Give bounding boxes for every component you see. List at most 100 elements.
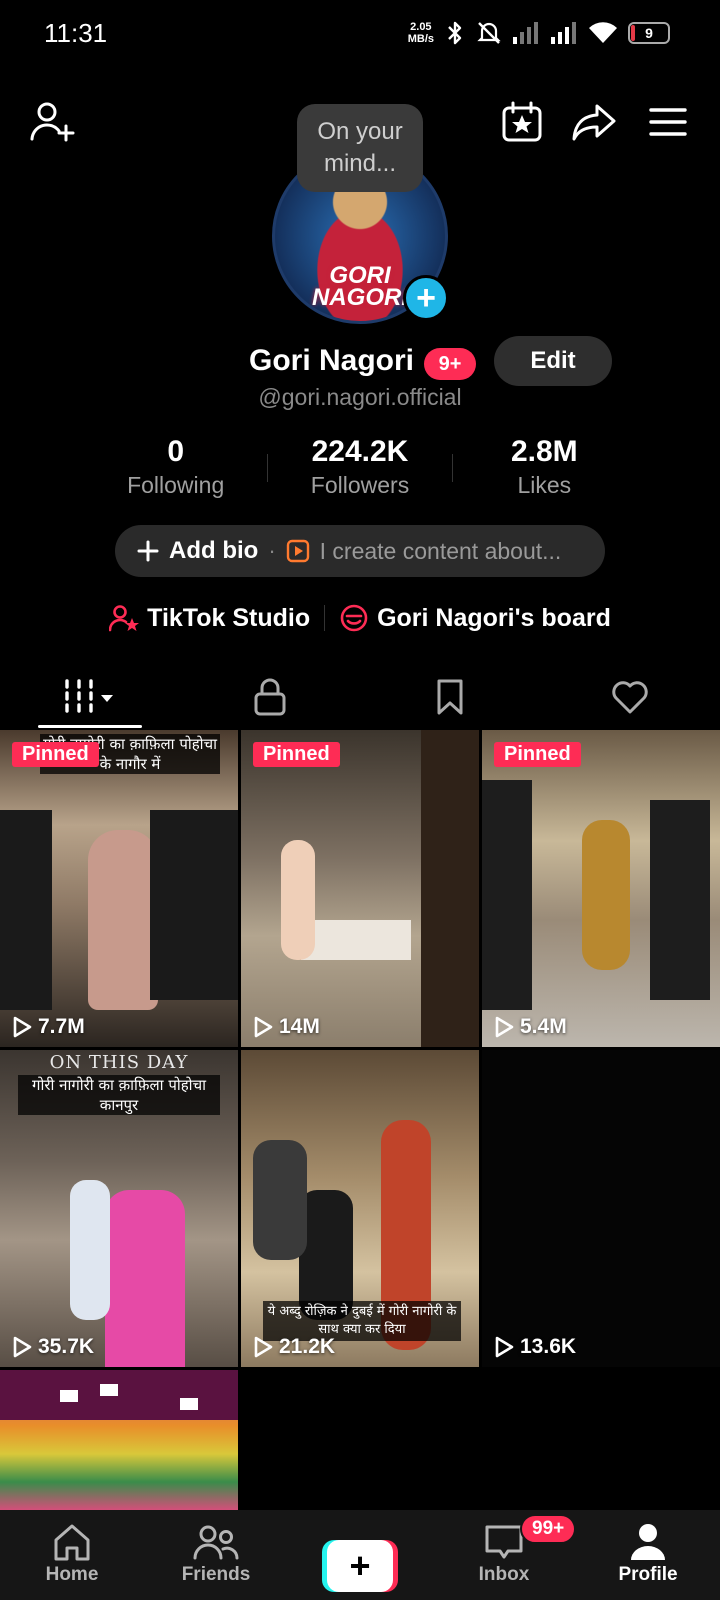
home-icon bbox=[54, 1524, 90, 1561]
friends-icon bbox=[193, 1525, 239, 1560]
view-count: 35.7K bbox=[12, 1335, 94, 1359]
thumbnail-light bbox=[100, 1384, 118, 1396]
thumbnail-figure bbox=[0, 810, 52, 1010]
share-profile-button[interactable] bbox=[568, 96, 620, 148]
thumbnail-figure bbox=[253, 1140, 307, 1260]
add-story-button[interactable]: + bbox=[403, 275, 449, 321]
thumbnail-door bbox=[421, 730, 479, 1047]
video-thumbnail[interactable]: ये अब्दु रोज़िक ने दुबई में गोरी नागोरी … bbox=[241, 1050, 479, 1367]
add-friend-button[interactable] bbox=[26, 96, 78, 148]
bottom-navigation: Home Friends + 99+ Inbox Profile bbox=[0, 1510, 720, 1600]
video-thumbnail[interactable]: Pinned 14M bbox=[241, 730, 479, 1047]
board-icon bbox=[340, 604, 368, 632]
pinned-badge: Pinned bbox=[12, 742, 99, 767]
status-time: 11:31 bbox=[44, 18, 108, 48]
thumbnail-figure bbox=[650, 800, 710, 1000]
menu-icon bbox=[649, 108, 687, 136]
mute-icon bbox=[477, 22, 501, 44]
video-overlay-text: गोरी नागोरी का क़ाफ़िला पोहोचा कानपुर bbox=[18, 1075, 220, 1115]
thumbnail-figure bbox=[88, 830, 158, 1010]
lock-icon bbox=[254, 678, 286, 716]
play-icon bbox=[13, 1336, 32, 1358]
tiktok-studio-link[interactable]: TikTok Studio bbox=[109, 604, 310, 633]
thumbnail-figure bbox=[582, 820, 630, 970]
view-count: 21.2K bbox=[253, 1335, 335, 1359]
thumbnail-figure bbox=[70, 1180, 110, 1320]
bio-separator: · bbox=[268, 538, 276, 563]
pinned-badge: Pinned bbox=[494, 742, 581, 767]
signal-icon bbox=[551, 22, 576, 44]
nav-friends[interactable]: Friends bbox=[144, 1510, 288, 1600]
nav-inbox[interactable]: 99+ Inbox bbox=[432, 1510, 577, 1600]
profile-links: TikTok Studio Gori Nagori's board bbox=[0, 598, 720, 638]
edit-profile-button[interactable]: Edit bbox=[494, 336, 612, 386]
thumbnail-figure bbox=[482, 780, 532, 1010]
calendar-star-icon bbox=[502, 101, 542, 142]
nav-create[interactable]: + bbox=[288, 1510, 432, 1600]
name-row: Gori Nagori 9+ Edit bbox=[0, 336, 720, 388]
play-icon bbox=[495, 1016, 514, 1038]
thumbnail-figure bbox=[281, 840, 315, 960]
view-count: 7.7M bbox=[12, 1015, 85, 1039]
pinned-badge: Pinned bbox=[253, 742, 340, 767]
display-name: Gori Nagori bbox=[249, 344, 415, 377]
video-overlay: ON THIS DAY गोरी नागोरी का क़ाफ़िला पोहो… bbox=[0, 1050, 238, 1134]
username: @gori.nagori.official bbox=[258, 384, 462, 410]
view-count: 5.4M bbox=[494, 1015, 567, 1039]
notification-badge[interactable]: 9+ bbox=[424, 348, 476, 380]
bio-placeholder: I create content about... bbox=[319, 537, 562, 564]
person-add-icon bbox=[30, 102, 75, 142]
tab-videos[interactable] bbox=[0, 664, 180, 730]
on-this-day-label: ON THIS DAY bbox=[49, 1052, 189, 1073]
bookmark-icon bbox=[437, 679, 463, 715]
stat-following[interactable]: 0 Following bbox=[84, 434, 267, 504]
thumbnail-bed bbox=[301, 920, 411, 960]
status-icons: 2.05 MB/s 9 bbox=[408, 18, 670, 48]
plus-icon: + bbox=[327, 1540, 393, 1592]
heart-icon bbox=[612, 681, 648, 714]
video-thumbnail[interactable]: गोरी नागोरी का क़ाफ़िला पोहोचा के नागौर … bbox=[0, 730, 238, 1047]
play-icon bbox=[254, 1016, 273, 1038]
view-count: 14M bbox=[253, 1015, 320, 1039]
plus-icon bbox=[137, 540, 159, 562]
thumbnail-figure bbox=[105, 1190, 185, 1367]
menu-button[interactable] bbox=[642, 96, 694, 148]
thumbnail-light bbox=[60, 1390, 78, 1402]
network-speed: 2.05 MB/s bbox=[407, 21, 434, 45]
divider bbox=[324, 605, 326, 631]
calendar-button[interactable] bbox=[496, 96, 548, 148]
stat-followers[interactable]: 224.2K Followers bbox=[268, 434, 451, 504]
on-your-mind-bubble[interactable]: On your mind... bbox=[297, 104, 423, 192]
create-button[interactable]: + bbox=[322, 1540, 398, 1592]
tab-liked[interactable] bbox=[540, 664, 720, 730]
profile-stats: 0 Following 224.2K Followers 2.8M Likes bbox=[84, 434, 636, 504]
content-tabs bbox=[0, 664, 720, 730]
creator-board-link[interactable]: Gori Nagori's board bbox=[339, 603, 611, 633]
signal-icon bbox=[513, 22, 538, 44]
play-icon bbox=[254, 1336, 273, 1358]
video-play-icon bbox=[286, 539, 309, 563]
battery-icon: 9 bbox=[628, 22, 670, 44]
add-bio-label: Add bio bbox=[169, 537, 259, 564]
view-count: 13.6K bbox=[494, 1335, 576, 1359]
person-star-icon bbox=[109, 605, 140, 632]
tab-private[interactable] bbox=[180, 664, 360, 730]
video-thumbnail[interactable] bbox=[0, 1370, 238, 1510]
status-bar: 11:31 2.05 MB/s 9 bbox=[0, 0, 720, 66]
share-icon bbox=[572, 104, 616, 141]
play-icon bbox=[13, 1016, 32, 1038]
nav-home[interactable]: Home bbox=[0, 1510, 144, 1600]
profile-icon bbox=[631, 1524, 665, 1560]
thumbnail-figure bbox=[150, 810, 238, 1000]
add-bio-button[interactable]: Add bio · I create content about... bbox=[115, 525, 605, 577]
video-thumbnail[interactable]: Pinned 5.4M bbox=[482, 730, 720, 1047]
nav-profile[interactable]: Profile bbox=[576, 1510, 720, 1600]
video-grid: गोरी नागोरी का क़ाफ़िला पोहोचा के नागौर … bbox=[0, 730, 720, 1510]
bluetooth-icon bbox=[448, 21, 462, 45]
tab-favorites[interactable] bbox=[360, 664, 540, 730]
stat-likes[interactable]: 2.8M Likes bbox=[453, 434, 636, 504]
video-thumbnail[interactable]: ON THIS DAY गोरी नागोरी का क़ाफ़िला पोहो… bbox=[0, 1050, 238, 1367]
play-icon bbox=[495, 1336, 514, 1358]
video-thumbnail[interactable]: 13.6K bbox=[482, 1050, 720, 1367]
videos-grid-icon bbox=[65, 679, 113, 715]
